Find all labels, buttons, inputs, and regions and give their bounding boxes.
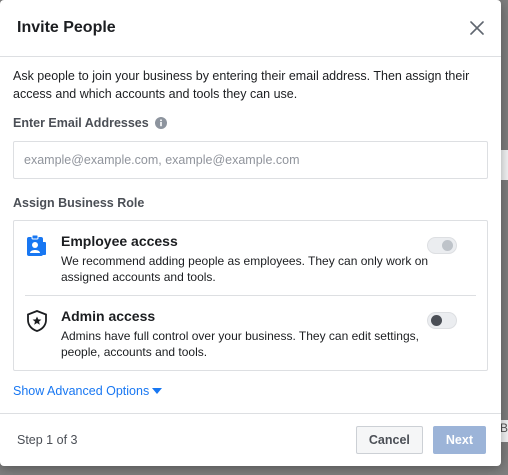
close-button[interactable] (467, 18, 487, 38)
invite-people-dialog: Invite People Ask people to join your bu… (0, 0, 501, 466)
show-advanced-options-link[interactable]: Show Advanced Options (13, 384, 163, 398)
caret-down-icon (152, 388, 163, 394)
shield-star-icon (27, 310, 47, 332)
dialog-body: Ask people to join your business by ente… (0, 57, 501, 400)
role-admin: Admin access Admins have full control ov… (25, 295, 476, 370)
dialog-title: Invite People (17, 19, 116, 36)
cancel-button[interactable]: Cancel (355, 426, 423, 454)
role-title: Employee access (61, 233, 178, 249)
admin-access-toggle[interactable] (427, 312, 457, 329)
email-label: Enter Email Addresses (13, 116, 149, 130)
employee-badge-icon (27, 234, 46, 256)
email-label-row: Enter Email Addresses (13, 116, 488, 130)
toggle-knob (442, 240, 453, 251)
assign-role-label: Assign Business Role (13, 196, 145, 210)
employee-access-toggle[interactable] (427, 237, 457, 254)
info-icon[interactable] (154, 117, 167, 129)
footer-buttons: Cancel Next (355, 426, 486, 454)
background-partial-text: B (499, 421, 508, 435)
dialog-footer: Step 1 of 3 Cancel Next (0, 413, 501, 466)
role-list: Employee access We recommend adding peop… (13, 220, 488, 371)
dialog-header: Invite People (0, 0, 501, 57)
step-indicator: Step 1 of 3 (17, 433, 78, 447)
role-employee: Employee access We recommend adding peop… (25, 221, 476, 295)
role-description: We recommend adding people as employees.… (61, 254, 429, 284)
next-button[interactable]: Next (432, 426, 486, 454)
role-title: Admin access (61, 308, 156, 324)
toggle-knob (431, 315, 442, 326)
advanced-options-label: Show Advanced Options (13, 384, 150, 398)
email-addresses-input[interactable] (13, 141, 488, 179)
close-icon (470, 21, 484, 35)
role-description: Admins have full control over your busin… (61, 329, 419, 359)
intro-text: Ask people to join your business by ente… (13, 69, 470, 101)
